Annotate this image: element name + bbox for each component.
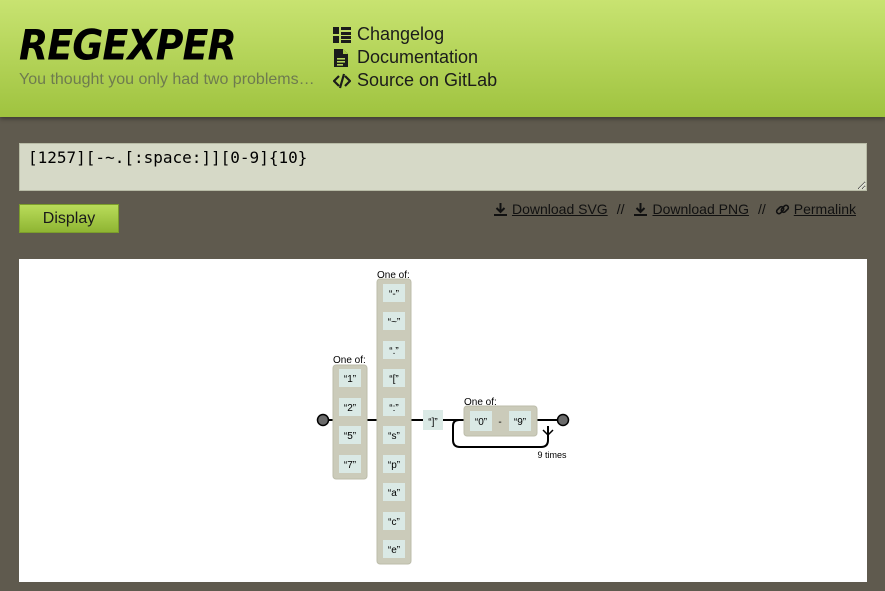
code-icon	[333, 72, 351, 90]
group2-item: “c”	[388, 517, 400, 528]
group2-item: “:”	[389, 403, 398, 414]
list-icon	[333, 26, 351, 44]
repeat-label: 9 times	[537, 450, 567, 460]
download-actions: Download SVG // Download PNG // Permalin…	[493, 201, 856, 217]
changelog-link[interactable]: Changelog	[333, 23, 497, 46]
header-nav: Changelog Documentation Source on GitLab	[333, 23, 497, 92]
group2-item: “p”	[388, 460, 400, 471]
literal-text: “]”	[428, 417, 437, 428]
group2-item: “e”	[388, 545, 400, 556]
group2-item: “-”	[389, 289, 399, 300]
end-node	[556, 413, 570, 427]
download-icon	[493, 202, 507, 216]
group1-item: “7”	[344, 460, 356, 471]
documentation-label: Documentation	[357, 47, 479, 67]
group1-item: “1”	[344, 374, 356, 385]
railroad-diagram: One of: “1” “2” “5” “7” One of: “-” “~” …	[316, 270, 570, 565]
changelog-label: Changelog	[357, 24, 445, 44]
logo[interactable]: REGEXPER	[19, 21, 237, 69]
download-svg-link[interactable]: Download SVG	[493, 201, 608, 217]
site-header: REGEXPER You thought you only had two pr…	[0, 0, 885, 117]
group2-item: “~”	[388, 317, 401, 328]
link-icon	[775, 204, 789, 214]
tagline: You thought you only had two problems…	[19, 71, 315, 88]
group2-item: “.”	[389, 346, 398, 357]
source-label: Source on GitLab	[357, 70, 498, 90]
source-link[interactable]: Source on GitLab	[333, 69, 497, 92]
range-from: “0”	[475, 417, 487, 428]
download-svg-label: Download SVG	[511, 201, 608, 217]
group2-item: “[”	[389, 374, 398, 385]
download-png-label: Download PNG	[652, 201, 749, 217]
group2-item: “a”	[388, 488, 400, 499]
group1-item: “2”	[344, 403, 356, 414]
range-to: “9”	[514, 417, 526, 428]
display-button[interactable]: Display	[19, 204, 119, 233]
separator: //	[757, 201, 766, 217]
permalink-link[interactable]: Permalink	[775, 201, 856, 217]
separator: //	[616, 201, 625, 217]
diagram-canvas: One of: “1” “2” “5” “7” One of: “-” “~” …	[19, 259, 867, 582]
group2-item: “s”	[388, 431, 400, 442]
download-png-link[interactable]: Download PNG	[633, 201, 749, 217]
start-node	[316, 413, 330, 427]
group1-label: One of:	[333, 355, 366, 366]
regex-input[interactable]: [1257][-~.[:space:]][0-9]{10}	[19, 143, 867, 191]
documentation-link[interactable]: Documentation	[333, 46, 497, 69]
download-icon	[634, 202, 648, 216]
document-icon	[333, 48, 351, 67]
group1-item: “5”	[344, 431, 356, 442]
range-dash: -	[498, 417, 501, 428]
permalink-label: Permalink	[793, 201, 856, 217]
